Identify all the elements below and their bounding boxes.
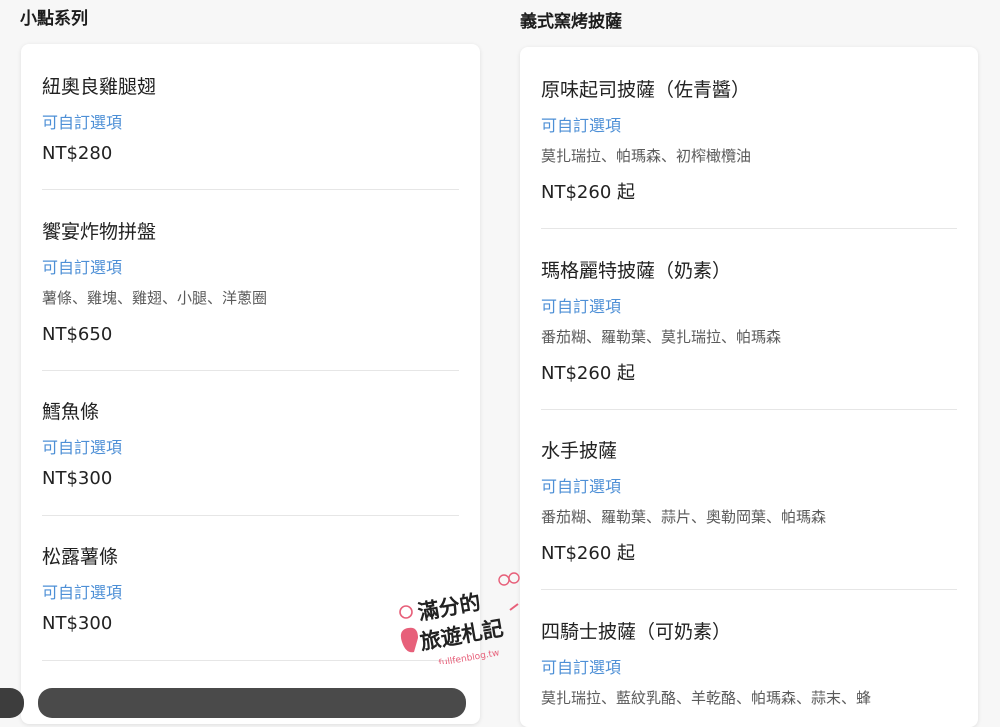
- section-title-snacks: 小點系列: [20, 9, 88, 29]
- item-name: 饗宴炸物拼盤: [42, 221, 157, 243]
- item-description: 莫扎瑞拉、帕瑪森、初榨橄欖油: [541, 147, 752, 165]
- item-price: NT$650: [42, 324, 113, 345]
- item-option-label: 可自訂選項: [42, 113, 123, 132]
- item-name: 鱈魚條: [42, 401, 100, 423]
- item-option-label: 可自訂選項: [541, 658, 622, 677]
- item-name: 瑪格麗特披薩（奶素）: [541, 260, 732, 282]
- blog-watermark-logo: 滿分的 旅遊札記 fullfenblog.tw: [399, 572, 520, 664]
- menu-item[interactable]: 原味起司披薩（佐青醬） 可自訂選項 莫扎瑞拉、帕瑪森、初榨橄欖油 NT$260 …: [541, 77, 957, 205]
- item-price: NT$300: [42, 468, 113, 489]
- item-description: 薯條、雞塊、雞翅、小腿、洋蔥圈: [42, 289, 268, 307]
- menu-item[interactable]: 瑪格麗特披薩（奶素） 可自訂選項 番茄糊、羅勒葉、莫扎瑞拉、帕瑪森 NT$260…: [541, 258, 957, 386]
- menu-item[interactable]: 紐奧良雞腿翅 可自訂選項 NT$280: [42, 74, 459, 166]
- item-option-label: 可自訂選項: [42, 258, 123, 277]
- item-option-label: 可自訂選項: [42, 438, 123, 457]
- item-name: 原味起司披薩（佐青醬）: [541, 79, 751, 101]
- watermark-line1: 滿分的: [416, 590, 482, 625]
- menu-item[interactable]: 饗宴炸物拼盤 可自訂選項 薯條、雞塊、雞翅、小腿、洋蔥圈 NT$650: [42, 219, 459, 347]
- item-description: 番茄糊、羅勒葉、蒜片、奧勒岡葉、帕瑪森: [541, 508, 827, 526]
- menu-card-pizza: 原味起司披薩（佐青醬） 可自訂選項 莫扎瑞拉、帕瑪森、初榨橄欖油 NT$260 …: [520, 47, 978, 727]
- divider: [42, 370, 459, 371]
- item-name: 四騎士披薩（可奶素）: [541, 621, 732, 643]
- item-price: NT$260 起: [541, 182, 635, 203]
- item-option-label: 可自訂選項: [541, 116, 622, 135]
- item-price: NT$260 起: [541, 363, 635, 384]
- divider: [541, 589, 957, 590]
- item-description: 番茄糊、羅勒葉、莫扎瑞拉、帕瑪森: [541, 328, 782, 346]
- item-name: 松露薯條: [42, 546, 119, 568]
- item-option-label: 可自訂選項: [541, 477, 622, 496]
- item-name: 水手披薩: [541, 440, 618, 462]
- item-option-label: 可自訂選項: [541, 297, 622, 316]
- divider: [541, 409, 957, 410]
- item-description: 莫扎瑞拉、藍紋乳酪、羊乾酪、帕瑪森、蒜末、蜂: [541, 689, 872, 707]
- menu-item[interactable]: 四騎士披薩（可奶素） 可自訂選項 莫扎瑞拉、藍紋乳酪、羊乾酪、帕瑪森、蒜末、蜂: [541, 619, 957, 709]
- divider: [541, 228, 957, 229]
- divider: [42, 189, 459, 190]
- item-price: NT$260 起: [541, 543, 635, 564]
- menu-item[interactable]: 鱈魚條 可自訂選項 NT$300: [42, 399, 459, 491]
- menu-item[interactable]: 水手披薩 可自訂選項 番茄糊、羅勒葉、蒜片、奧勒岡葉、帕瑪森 NT$260 起: [541, 438, 957, 566]
- item-price: NT$280: [42, 143, 113, 164]
- item-name: 紐奧良雞腿翅: [42, 76, 157, 98]
- bottom-bar[interactable]: [38, 688, 466, 718]
- section-title-pizza: 義式窯烤披薩: [520, 12, 622, 32]
- divider: [42, 515, 459, 516]
- watermark-url: fullfenblog.tw: [438, 648, 500, 664]
